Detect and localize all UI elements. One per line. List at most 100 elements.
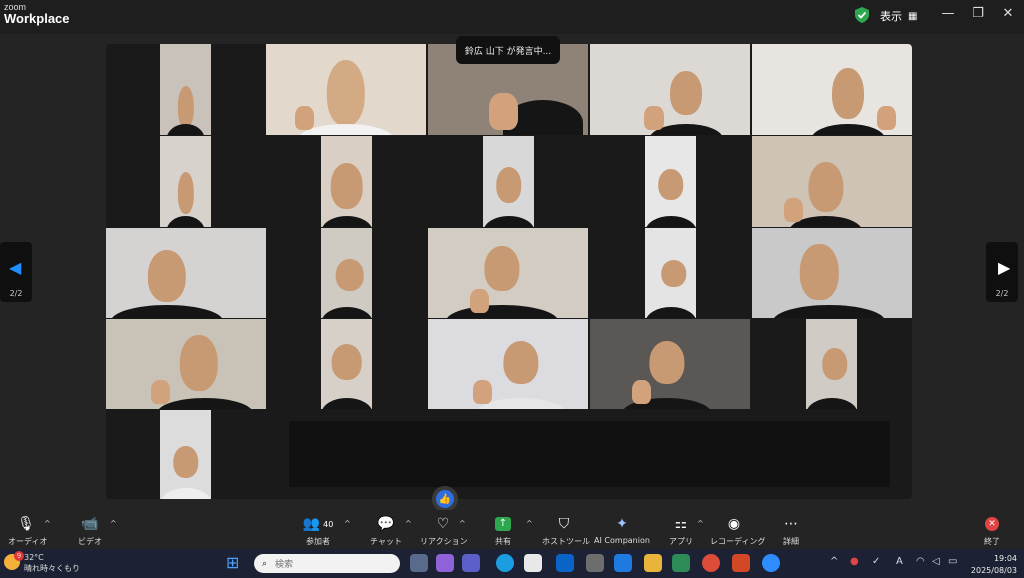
file-explorer-icon[interactable]: [644, 554, 662, 572]
recording-label: レコーディング: [710, 537, 766, 546]
audio-button[interactable]: 🎙 オーディオ: [8, 514, 48, 547]
app-icon[interactable]: [586, 554, 604, 572]
volume-icon[interactable]: ◁: [932, 556, 940, 567]
chat-button[interactable]: 💬 チャット: [366, 514, 406, 547]
more-label: 詳細: [783, 537, 799, 546]
clock[interactable]: 19:04 2025/08/03: [965, 553, 1017, 577]
participant-video-tile[interactable]: [752, 44, 912, 135]
participant-video-tile[interactable]: [160, 410, 211, 499]
weather-sun-icon: 9: [4, 551, 24, 570]
recording-button[interactable]: ◉ レコーディング: [710, 514, 766, 547]
page-indicator-right: 2/2: [995, 289, 1009, 298]
security-shield-icon[interactable]: [855, 7, 869, 23]
video-button[interactable]: 📹 ビデオ: [72, 514, 108, 547]
windows-start-icon[interactable]: ⊞: [226, 554, 244, 572]
participant-video-tile[interactable]: [590, 44, 750, 135]
participant-video-tile[interactable]: [106, 228, 266, 318]
weather-condition: 晴れ時々くもり: [24, 564, 80, 573]
page-indicator-left: 2/2: [9, 289, 23, 298]
grid-view-icon: ▦: [908, 10, 918, 22]
end-label: 終了: [984, 537, 1000, 546]
teams-icon[interactable]: [462, 554, 480, 572]
participants-options-caret[interactable]: ^: [344, 519, 351, 528]
weather-widget[interactable]: 9 32°C 晴れ時々くもり: [4, 551, 80, 574]
share-button[interactable]: ↑ 共有: [488, 514, 518, 547]
participant-video-tile[interactable]: [266, 44, 426, 135]
chat-options-caret[interactable]: ^: [405, 519, 412, 528]
input-method-indicator[interactable]: A: [896, 556, 903, 567]
participant-video-tile[interactable]: [321, 319, 372, 409]
app-icon[interactable]: [672, 554, 690, 572]
more-dots-icon: ⋯: [784, 516, 798, 532]
audio-options-caret[interactable]: ^: [44, 519, 51, 528]
participants-label: 参加者: [306, 537, 330, 546]
end-meeting-button[interactable]: ✕ 終了: [978, 514, 1006, 547]
search-icon: ⌕: [262, 558, 268, 569]
temperature: 32°C: [24, 553, 44, 562]
taskbar-search[interactable]: ⌕: [254, 554, 400, 573]
participant-video-tile[interactable]: [321, 136, 372, 227]
powerpoint-icon[interactable]: [732, 554, 750, 572]
participant-video-tile[interactable]: [160, 44, 211, 135]
store-icon[interactable]: [524, 554, 542, 572]
participant-video-tile[interactable]: [428, 228, 588, 318]
participant-video-tile[interactable]: [483, 136, 534, 227]
chat-icon: 💬: [377, 516, 395, 532]
thumbs-up-reaction-button[interactable]: 👍: [432, 486, 458, 512]
close-button[interactable]: ✕: [998, 6, 1018, 21]
right-arrow-icon: ▶: [998, 258, 1011, 277]
reactions-label: リアクション: [420, 537, 468, 546]
task-view-icon[interactable]: [410, 554, 428, 572]
participants-count: 40: [323, 519, 334, 529]
share-options-caret[interactable]: ^: [526, 519, 533, 528]
audio-label: オーディオ: [8, 537, 48, 546]
participant-video-tile[interactable]: [752, 228, 912, 318]
microphone-icon: 🎙: [17, 516, 35, 532]
shield-icon: ⛉: [558, 516, 570, 532]
chat-label: チャット: [370, 537, 402, 546]
logo-bottom: Workplace: [4, 11, 70, 26]
tray-app-icon[interactable]: ✓: [872, 556, 880, 567]
next-page-button[interactable]: ▶ 2/2: [986, 242, 1018, 302]
participant-video-tile[interactable]: [590, 319, 750, 409]
weather-badge: 9: [14, 551, 24, 561]
apps-options-caret[interactable]: ^: [697, 519, 704, 528]
host-tools-button[interactable]: ⛉ ホストツール: [542, 514, 590, 547]
clock-time: 19:04: [993, 554, 1017, 563]
tray-app-icon[interactable]: ●: [850, 556, 859, 567]
tray-overflow-caret-icon[interactable]: ^: [830, 556, 838, 567]
title-bar: zoom Workplace 表示 ▦ — ❐ ✕: [0, 0, 1024, 34]
participant-video-tile[interactable]: [106, 319, 266, 409]
participant-video-tile[interactable]: [428, 319, 588, 409]
reactions-options-caret[interactable]: ^: [459, 519, 466, 528]
apps-button[interactable]: ⚏ アプリ: [666, 514, 696, 547]
participant-video-tile[interactable]: [645, 136, 696, 227]
participant-video-tile[interactable]: [645, 228, 696, 318]
previous-page-button[interactable]: ◀ 2/2: [0, 242, 32, 302]
minimize-button[interactable]: —: [938, 6, 958, 21]
view-button[interactable]: 表示 ▦: [880, 8, 918, 24]
active-speaker-banner: 鈴広 山下 が発言中...: [456, 36, 560, 64]
sparkle-icon: ✦: [616, 516, 628, 532]
view-label: 表示: [880, 10, 902, 23]
participants-button[interactable]: 👥 40 参加者: [296, 514, 340, 547]
video-camera-icon: 📹: [81, 516, 99, 532]
participant-video-tile[interactable]: [806, 319, 857, 409]
app-icon[interactable]: [614, 554, 632, 572]
participant-video-tile[interactable]: [160, 136, 211, 227]
participant-video-tile[interactable]: [321, 228, 372, 318]
more-button[interactable]: ⋯ 詳細: [776, 514, 806, 547]
restore-button[interactable]: ❐: [968, 6, 988, 21]
copilot-icon[interactable]: [436, 554, 454, 572]
edge-browser-icon[interactable]: [496, 554, 514, 572]
wifi-icon[interactable]: ◠: [916, 556, 925, 567]
battery-icon[interactable]: ▭: [948, 556, 957, 567]
chrome-icon[interactable]: [702, 554, 720, 572]
ai-companion-button[interactable]: ✦ AI Companion: [594, 514, 650, 545]
share-screen-icon: ↑: [488, 514, 518, 534]
video-options-caret[interactable]: ^: [110, 519, 117, 528]
zoom-app-icon[interactable]: [762, 554, 780, 572]
outlook-icon[interactable]: [556, 554, 574, 572]
search-input[interactable]: [273, 557, 358, 570]
participant-video-tile[interactable]: [752, 136, 912, 227]
